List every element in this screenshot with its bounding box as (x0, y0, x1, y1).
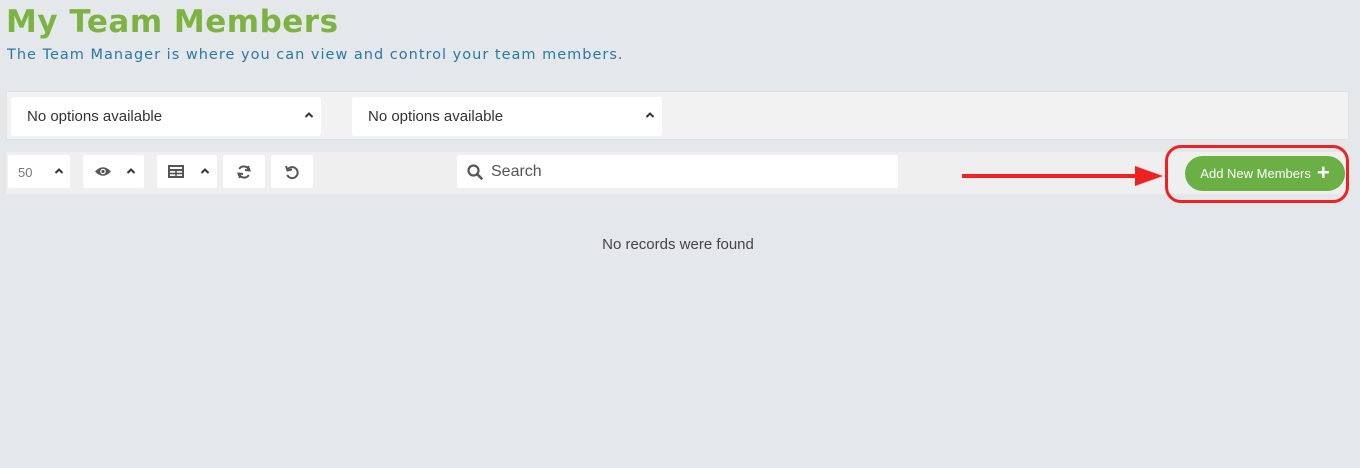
chevron-up-icon (54, 168, 64, 174)
filter-select-1[interactable]: No options available (11, 97, 321, 136)
reset-button[interactable] (271, 155, 313, 188)
eye-icon (95, 167, 111, 176)
filter-select-1-value: No options available (27, 108, 163, 125)
search-box (457, 155, 898, 188)
page-subtitle: The Team Manager is where you can view a… (7, 47, 624, 63)
search-icon (467, 164, 483, 180)
filter-select-2-value: No options available (368, 108, 504, 125)
table-layout-button[interactable] (157, 155, 217, 188)
chevron-up-icon (200, 168, 210, 174)
filter-bar: No options available No options availabl… (6, 91, 1349, 140)
chevron-up-icon (645, 112, 655, 118)
filter-select-2[interactable]: No options available (352, 97, 662, 136)
chevron-up-icon (126, 168, 136, 174)
refresh-icon (237, 164, 251, 179)
table-icon (168, 165, 184, 178)
empty-table-message: No records were found (602, 236, 754, 253)
undo-icon (285, 165, 299, 179)
chevron-up-icon (304, 112, 314, 118)
page-title: My Team Members (6, 4, 339, 40)
refresh-button[interactable] (223, 155, 265, 188)
arrow-right-icon (962, 166, 1163, 186)
search-input[interactable] (491, 155, 891, 188)
page-size-value: 50 (18, 165, 33, 180)
annotation-highlight-ring (1165, 145, 1349, 203)
page-size-dropdown[interactable]: 50 (8, 155, 70, 188)
column-visibility-button[interactable] (83, 155, 144, 188)
